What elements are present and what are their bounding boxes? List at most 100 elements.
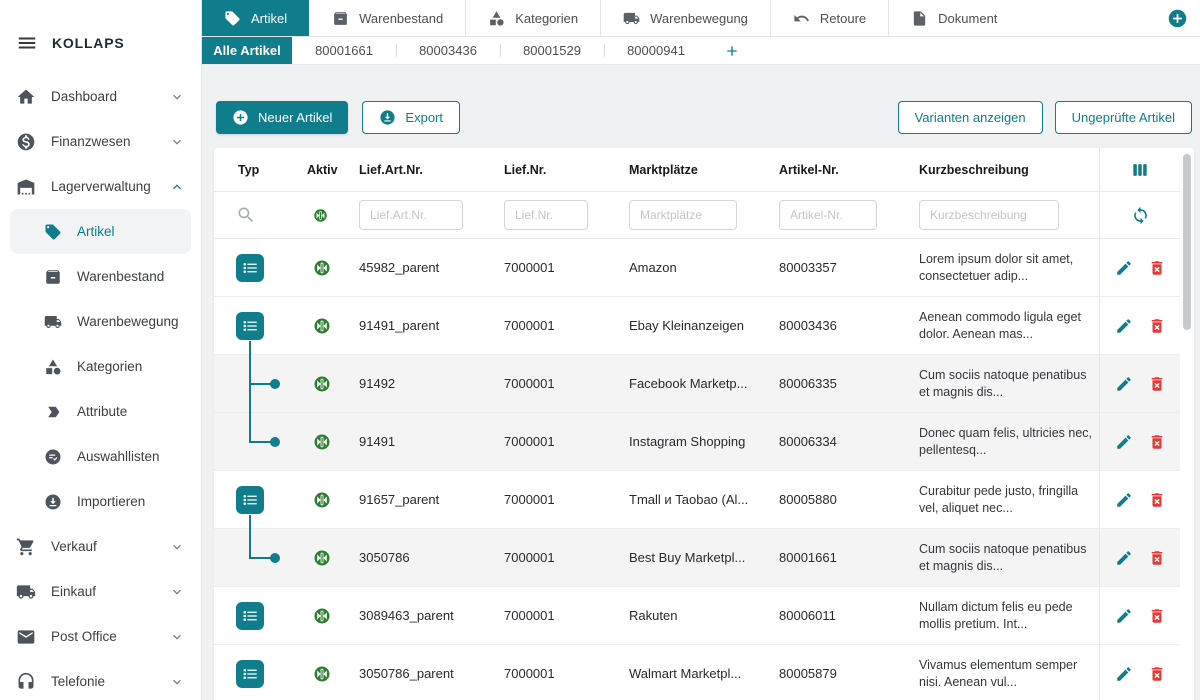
delete-icon[interactable]	[1148, 665, 1166, 683]
sidebar-item-telefonie[interactable]: Telefonie	[0, 659, 201, 700]
article-tab-80001661[interactable]: 80001661	[292, 37, 396, 64]
aktiv-cell	[289, 297, 359, 354]
kurzbeschreibung-cell: Lorem ipsum dolor sit amet, consectetuer…	[919, 239, 1099, 296]
delete-icon[interactable]	[1148, 607, 1166, 625]
active-status-icon[interactable]	[313, 607, 331, 625]
edit-icon[interactable]	[1115, 259, 1133, 277]
column-settings-icon[interactable]	[1130, 160, 1150, 180]
marktplatz-cell: Rakuten	[629, 587, 779, 644]
tab-dokument[interactable]: Dokument	[888, 0, 1019, 36]
delete-icon[interactable]	[1148, 259, 1166, 277]
checklist-circle-icon	[44, 448, 62, 466]
tab-warenbestand[interactable]: Warenbestand	[309, 0, 465, 36]
tree-node-dot	[270, 379, 280, 389]
active-filter-toggle-icon[interactable]	[313, 208, 328, 223]
sidebar-item-warenbestand[interactable]: Warenbestand	[0, 254, 201, 299]
filter-input-marktplaetze[interactable]	[629, 200, 737, 230]
export-download-icon	[379, 109, 396, 126]
sidebar-item-einkauf[interactable]: Einkauf	[0, 569, 201, 614]
article-tab-80001529[interactable]: 80001529	[500, 37, 604, 64]
filter-input-lief-art-nr[interactable]	[359, 200, 463, 230]
filter-input-artikel-nr[interactable]	[779, 200, 877, 230]
tab-artikel[interactable]: Artikel	[202, 0, 309, 36]
sidebar-item-artikel[interactable]: Artikel	[10, 209, 191, 254]
article-type-list-icon[interactable]	[236, 312, 264, 340]
sidebar-item-kategorien[interactable]: Kategorien	[0, 344, 201, 389]
column-header-typ: Typ	[214, 148, 289, 191]
filter-input-lief-nr[interactable]	[504, 200, 588, 230]
sidebar-item-lagerverwaltung[interactable]: Lagerverwaltung	[0, 164, 201, 209]
edit-icon[interactable]	[1115, 433, 1133, 451]
tab-label: Warenbestand	[359, 11, 443, 26]
tab-retoure[interactable]: Retoure	[770, 0, 888, 36]
lief-nr-cell: 7000001	[504, 645, 629, 700]
sidebar-item-auswahllisten[interactable]: Auswahllisten	[0, 434, 201, 479]
add-article-tab-button[interactable]	[724, 43, 740, 59]
add-tab-button[interactable]	[1167, 8, 1188, 29]
article-tab-80000941[interactable]: 80000941	[604, 37, 708, 64]
column-header-marktplaetze: Marktplätze	[629, 148, 779, 191]
tree-connector-vertical	[249, 413, 251, 443]
article-type-list-icon[interactable]	[236, 660, 264, 688]
sidebar-item-post-office[interactable]: Post Office	[0, 614, 201, 659]
export-button[interactable]: Export	[362, 101, 460, 134]
category-icon	[488, 10, 505, 27]
edit-icon[interactable]	[1115, 665, 1133, 683]
lief-nr-cell: 7000001	[504, 587, 629, 644]
refresh-icon[interactable]	[1131, 206, 1150, 225]
article-tab-all[interactable]: Alle Artikel	[202, 37, 292, 64]
tabbar-spacer	[1019, 0, 1167, 36]
sidebar-item-dashboard[interactable]: Dashboard	[0, 74, 201, 119]
active-status-icon[interactable]	[313, 549, 331, 567]
article-type-list-icon[interactable]	[236, 602, 264, 630]
sidebar-item-importieren[interactable]: Importieren	[0, 479, 201, 524]
edit-icon[interactable]	[1115, 317, 1133, 335]
kurzbeschreibung-cell: Cum sociis natoque penatibus et magnis d…	[919, 529, 1099, 586]
label-arrow-icon	[44, 403, 62, 421]
edit-icon[interactable]	[1115, 607, 1133, 625]
scrollbar-thumb[interactable]	[1183, 154, 1191, 330]
tab-warenbewegung[interactable]: Warenbewegung	[600, 0, 770, 36]
sidebar-item-label: Finanzwesen	[51, 134, 131, 149]
new-article-button[interactable]: Neuer Artikel	[216, 101, 348, 134]
edit-icon[interactable]	[1115, 375, 1133, 393]
aktiv-cell	[289, 413, 359, 470]
tab-kategorien[interactable]: Kategorien	[465, 0, 600, 36]
hamburger-menu-icon[interactable]	[16, 32, 38, 54]
delete-icon[interactable]	[1148, 317, 1166, 335]
delete-icon[interactable]	[1148, 491, 1166, 509]
artikel-nr-cell: 80005879	[779, 645, 919, 700]
edit-icon[interactable]	[1115, 549, 1133, 567]
sidebar-item-warenbewegung[interactable]: Warenbewegung	[0, 299, 201, 344]
artikel-nr-cell: 80006335	[779, 355, 919, 412]
sidebar-item-label: Telefonie	[51, 674, 105, 689]
column-header-artikel-nr: Artikel-Nr.	[779, 148, 919, 191]
article-tab-80003436[interactable]: 80003436	[396, 37, 500, 64]
sidebar-item-verkauf[interactable]: Verkauf	[0, 524, 201, 569]
sidebar-item-attribute[interactable]: Attribute	[0, 389, 201, 434]
active-status-icon[interactable]	[313, 433, 331, 451]
edit-icon[interactable]	[1115, 491, 1133, 509]
delete-icon[interactable]	[1148, 549, 1166, 567]
table-row: 91657_parent 7000001 Tmall и Taobao (Al.…	[214, 471, 1194, 529]
unchecked-articles-button[interactable]: Ungeprüfte Artikel	[1055, 101, 1192, 134]
table-row: 45982_parent 7000001 Amazon 80003357 Lor…	[214, 239, 1194, 297]
active-status-icon[interactable]	[313, 317, 331, 335]
article-type-list-icon[interactable]	[236, 254, 264, 282]
delete-icon[interactable]	[1148, 433, 1166, 451]
artikel-nr-cell: 80006011	[779, 587, 919, 644]
tag-icon	[224, 10, 241, 27]
show-variants-button[interactable]: Varianten anzeigen	[898, 101, 1043, 134]
active-status-icon[interactable]	[313, 375, 331, 393]
active-status-icon[interactable]	[313, 665, 331, 683]
filter-input-kurzbeschreibung[interactable]	[919, 200, 1059, 230]
delete-icon[interactable]	[1148, 375, 1166, 393]
export-label: Export	[405, 110, 443, 125]
sidebar-item-finanzwesen[interactable]: Finanzwesen	[0, 119, 201, 164]
unchecked-articles-label: Ungeprüfte Artikel	[1072, 110, 1175, 125]
lief-nr-cell: 7000001	[504, 471, 629, 528]
active-status-icon[interactable]	[313, 259, 331, 277]
active-status-icon[interactable]	[313, 491, 331, 509]
article-type-list-icon[interactable]	[236, 486, 264, 514]
search-icon	[236, 205, 256, 225]
